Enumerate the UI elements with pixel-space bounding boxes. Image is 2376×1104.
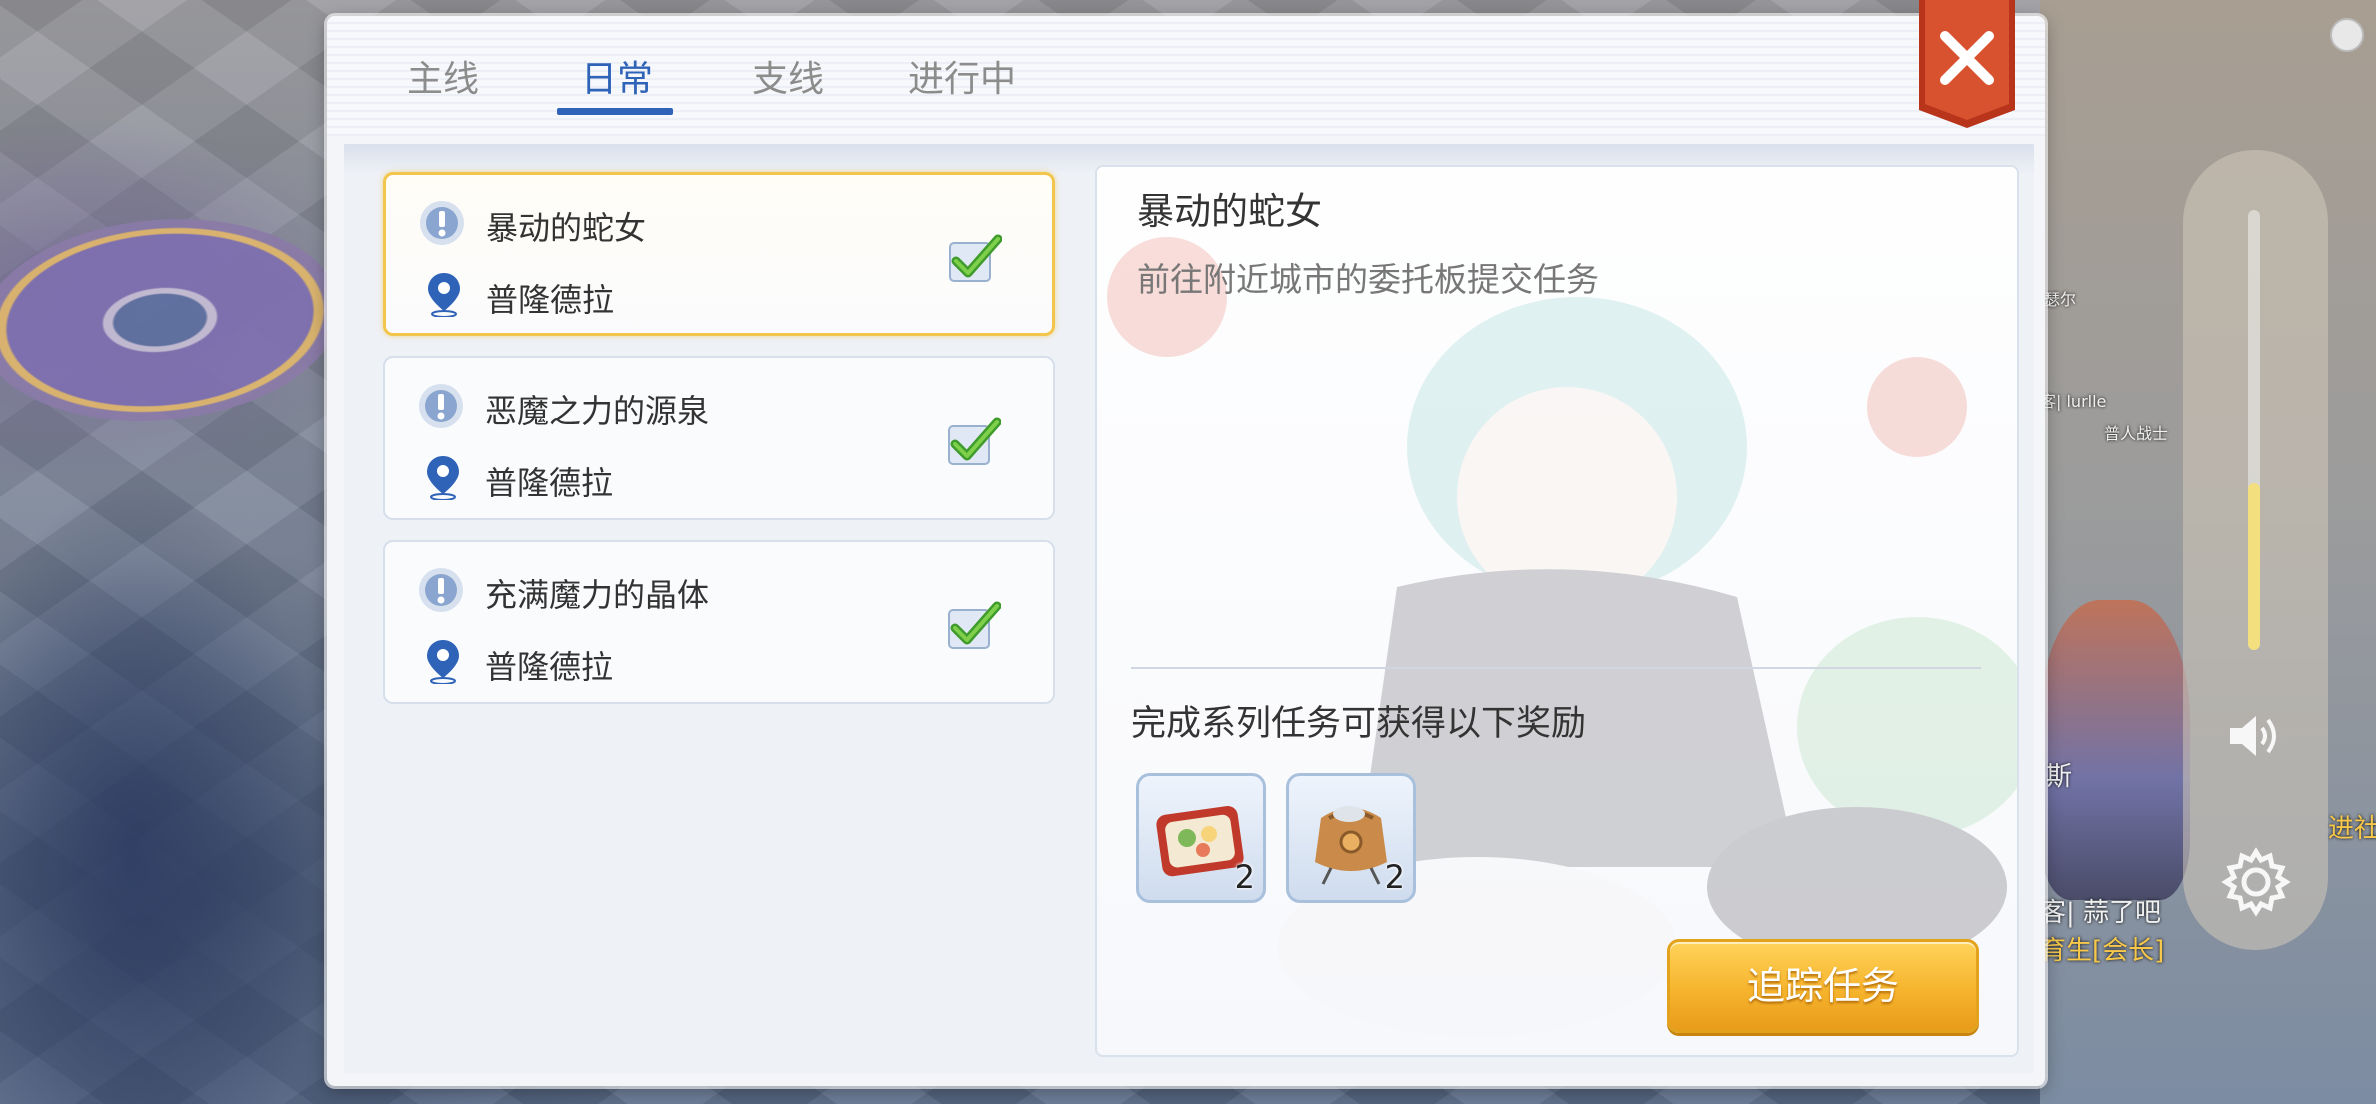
quest-title: 暴动的蛇女 — [486, 209, 647, 247]
lock-screen-icon[interactable] — [2330, 18, 2364, 52]
world-name-label: 瑟尔 — [2044, 290, 2077, 309]
floor-emblem — [0, 204, 349, 436]
quest-location: 普隆德拉 — [486, 281, 615, 319]
tab-bar: 主线 日常 支线 进行中 — [327, 16, 2045, 136]
quest-location: 普隆德拉 — [485, 464, 614, 502]
ground-shadow — [0, 480, 330, 1104]
completed-check-icon — [948, 417, 1001, 465]
quest-title: 充满魔力的晶体 — [485, 576, 710, 614]
volume-slider[interactable] — [2248, 210, 2260, 650]
quest-alert-icon — [419, 568, 463, 612]
completed-check-icon — [948, 601, 1001, 649]
world-guild-label: 育生[会长] — [2040, 936, 2165, 966]
tab-main[interactable]: 主线 — [407, 50, 479, 102]
speaker-icon[interactable] — [2226, 708, 2286, 764]
quest-title: 恶魔之力的源泉 — [485, 392, 710, 430]
reward-quantity: 2 — [1234, 858, 1255, 896]
tab-daily[interactable]: 日常 — [581, 50, 653, 102]
quest-item[interactable]: 充满魔力的晶体 普隆德拉 — [383, 540, 1055, 704]
player-character[interactable] — [2040, 600, 2190, 900]
location-pin-icon — [427, 456, 459, 500]
gear-icon[interactable] — [2220, 846, 2292, 918]
quest-item[interactable]: 暴动的蛇女 普隆德拉 — [383, 172, 1055, 336]
location-pin-icon — [427, 640, 459, 684]
reward-quantity: 2 — [1384, 858, 1405, 896]
reward-item[interactable]: 2 — [1286, 773, 1416, 903]
quest-detail-title: 暴动的蛇女 — [1137, 190, 1322, 233]
world-npc-label: 进社 — [2328, 814, 2376, 844]
location-pin-icon — [428, 273, 460, 317]
reward-item[interactable]: 2 — [1136, 773, 1266, 903]
world-name-label-2: 斯 — [2046, 762, 2073, 792]
completed-check-icon — [949, 234, 1002, 282]
world-player-label: 客| lurlle — [2040, 392, 2107, 411]
quest-item[interactable]: 恶魔之力的源泉 普隆德拉 — [383, 356, 1055, 520]
tab-side[interactable]: 支线 — [752, 50, 824, 102]
volume-slider-fill — [2248, 482, 2260, 650]
quest-detail-panel: 暴动的蛇女 前往附近城市的委托板提交任务 完成系列任务可获得以下奖励 2 2 追… — [1095, 165, 2019, 1057]
tab-in-progress[interactable]: 进行中 — [908, 50, 1016, 102]
close-button[interactable] — [1915, 0, 2019, 132]
quest-alert-icon — [420, 201, 464, 245]
quest-location: 普隆德拉 — [485, 648, 614, 686]
quest-alert-icon — [419, 384, 463, 428]
track-quest-button[interactable]: 追踪任务 — [1667, 939, 1979, 1033]
reward-heading: 完成系列任务可获得以下奖励 — [1131, 704, 1587, 744]
world-class-label: 普人战士 — [2104, 424, 2169, 443]
quest-detail-description: 前往附近城市的委托板提交任务 — [1137, 260, 1599, 299]
divider — [1131, 667, 1981, 669]
world-chat-label: 客| 蒜了吧 — [2040, 898, 2162, 928]
active-tab-indicator — [557, 108, 673, 115]
